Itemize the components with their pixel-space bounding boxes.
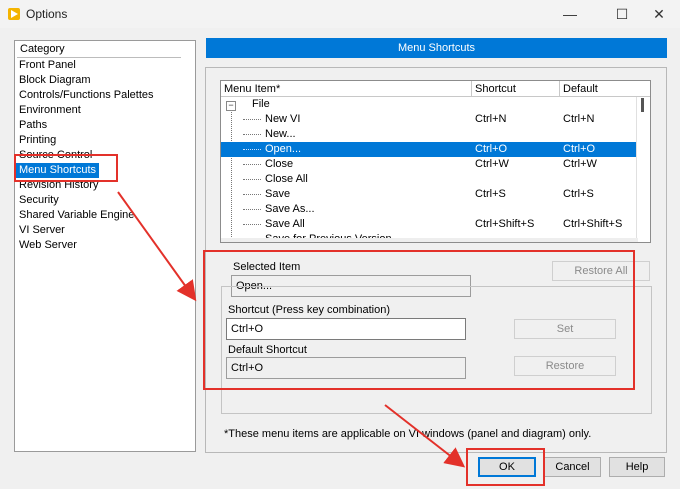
annotation-arrow-to-ok	[384, 404, 466, 468]
annotation-arrows	[117, 191, 466, 468]
annotation-arrow-to-editor	[117, 191, 197, 302]
